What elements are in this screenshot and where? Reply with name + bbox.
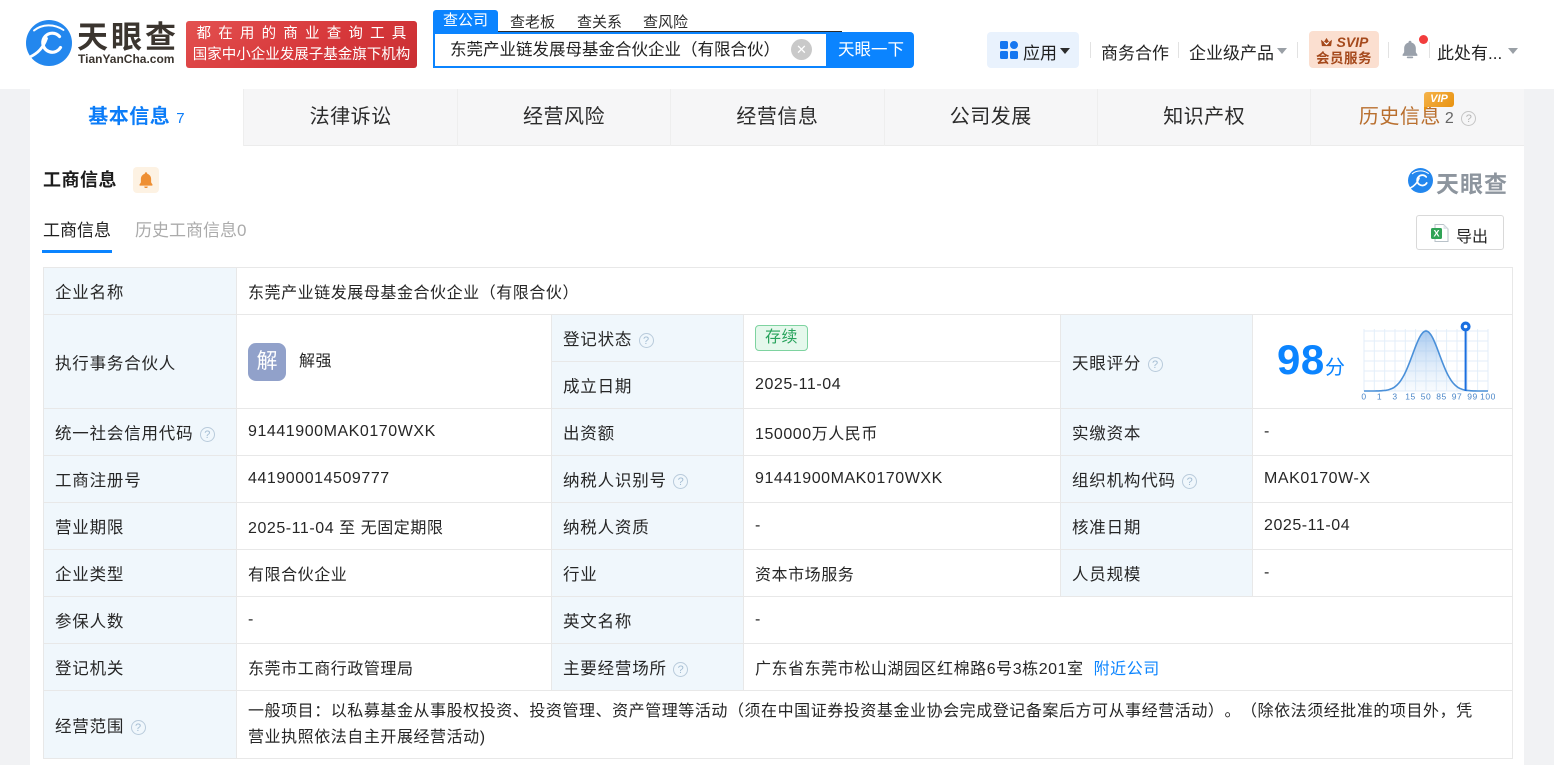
svg-text:1: 1 bbox=[1377, 392, 1382, 402]
svg-text:0: 0 bbox=[1361, 392, 1366, 402]
svg-text:97: 97 bbox=[1452, 392, 1463, 402]
svg-text:15: 15 bbox=[1405, 392, 1416, 402]
svg-text:3: 3 bbox=[1392, 392, 1397, 402]
svg-text:85: 85 bbox=[1436, 392, 1447, 402]
svg-text:X: X bbox=[1433, 229, 1439, 239]
svg-text:100: 100 bbox=[1480, 392, 1496, 402]
svg-text:50: 50 bbox=[1421, 392, 1432, 402]
svg-text:99: 99 bbox=[1467, 392, 1478, 402]
